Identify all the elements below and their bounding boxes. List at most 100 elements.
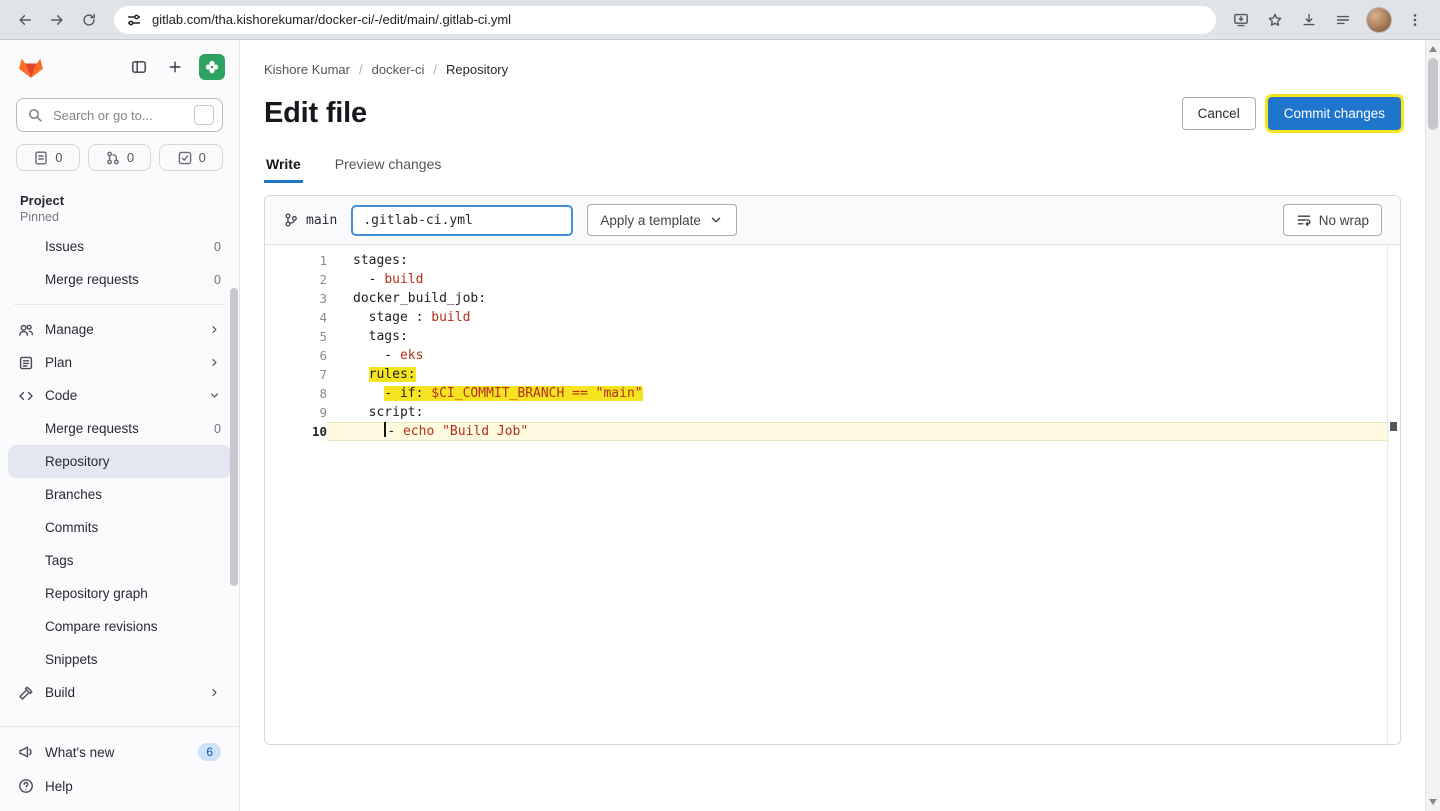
sidebar-item-label: Build xyxy=(45,685,75,700)
reload-button[interactable] xyxy=(74,5,104,35)
media-controls-icon xyxy=(1335,12,1351,28)
back-button[interactable] xyxy=(10,5,40,35)
chev-down-icon xyxy=(208,389,221,402)
reload-icon xyxy=(81,12,97,28)
code-text: - eks xyxy=(327,346,1387,365)
page-scrollbar[interactable] xyxy=(1425,40,1440,811)
branch-indicator: main xyxy=(283,212,337,228)
item-count-badge: 0 xyxy=(214,240,221,254)
scroll-up-arrow[interactable] xyxy=(1429,46,1437,52)
commit-changes-button[interactable]: Commit changes xyxy=(1268,97,1401,130)
sidebar-toggle-button[interactable] xyxy=(125,53,153,81)
question-icon xyxy=(18,778,34,794)
sidebar-item-label: Merge requests xyxy=(45,272,139,287)
code-line[interactable]: 2 - build xyxy=(265,270,1400,289)
code-line[interactable]: 1stages: xyxy=(265,251,1400,270)
wrap-icon xyxy=(1296,212,1312,228)
sidebar-item-manage[interactable]: Manage xyxy=(8,313,231,346)
sidebar-footer-what-s-new[interactable]: What's new6 xyxy=(8,735,231,769)
sidebar-item-merge-requests[interactable]: Merge requests0 xyxy=(8,412,231,445)
browser-profile-avatar[interactable] xyxy=(1366,7,1392,33)
main-content: Kishore Kumar/docker-ci/Repository Edit … xyxy=(240,40,1425,811)
gitlab-logo[interactable] xyxy=(18,55,44,79)
create-new-button[interactable] xyxy=(161,53,189,81)
forward-icon xyxy=(49,12,65,28)
sidebar-item-repository-graph[interactable]: Repository graph xyxy=(8,577,231,610)
line-number: 7 xyxy=(265,365,327,384)
downloads-button[interactable] xyxy=(1294,5,1324,35)
breadcrumb-item-docker-ci[interactable]: docker-ci xyxy=(372,62,425,77)
line-number: 1 xyxy=(265,251,327,270)
page-scrollbar-thumb[interactable] xyxy=(1428,58,1438,130)
code-line[interactable]: 7 rules: xyxy=(265,365,1400,384)
sidebar-item-branches[interactable]: Branches xyxy=(8,478,231,511)
sidebar-item-snippets[interactable]: Snippets xyxy=(8,643,231,676)
sidebar-scrollbar-thumb[interactable] xyxy=(230,288,238,586)
line-number: 2 xyxy=(265,270,327,289)
branch-name: main xyxy=(306,213,337,228)
breadcrumb-separator: / xyxy=(433,62,437,77)
breadcrumb-item-repository[interactable]: Repository xyxy=(446,62,508,77)
page-title: Edit file xyxy=(264,97,367,130)
url-bar[interactable]: gitlab.com/tha.kishorekumar/docker-ci/-/… xyxy=(114,6,1216,34)
filename-input[interactable] xyxy=(351,205,573,236)
sidebar-item-commits[interactable]: Commits xyxy=(8,511,231,544)
code-line[interactable]: 4 stage : build xyxy=(265,308,1400,327)
search-input[interactable] xyxy=(51,107,186,124)
sidebar-footer-help[interactable]: Help xyxy=(8,769,231,803)
media-controls-button[interactable] xyxy=(1328,5,1358,35)
code-text: - if: $CI_COMMIT_BRANCH == "main" xyxy=(327,384,1387,403)
site-settings-icon[interactable] xyxy=(126,12,142,28)
editor-toolbar: main Apply a template No wrap xyxy=(265,196,1400,245)
no-wrap-button[interactable]: No wrap xyxy=(1283,204,1382,236)
editor-tabs: Write Preview changes xyxy=(264,150,1401,183)
sidebar-item-tags[interactable]: Tags xyxy=(8,544,231,577)
merge-requests-counter[interactable]: 0 xyxy=(88,144,152,171)
code-lines: 1stages:2 - build3docker_build_job:4 sta… xyxy=(265,251,1400,441)
browser-menu-button[interactable] xyxy=(1400,5,1430,35)
code-line[interactable]: 5 tags: xyxy=(265,327,1400,346)
sidebar-item-build[interactable]: Build xyxy=(8,676,231,709)
sidebar-item-repository[interactable]: Repository xyxy=(8,445,231,478)
search-box[interactable] xyxy=(16,98,223,132)
todos-counter[interactable]: 0 xyxy=(159,144,223,171)
download-icon xyxy=(1301,12,1317,28)
project-avatar[interactable] xyxy=(199,54,225,80)
sidebar-item-label: Branches xyxy=(45,487,102,502)
sidebar-item-label: Tags xyxy=(45,553,74,568)
sidebar-item-merge-requests[interactable]: Merge requests0 xyxy=(8,263,231,296)
cancel-button[interactable]: Cancel xyxy=(1182,97,1256,130)
code-editor[interactable]: 1stages:2 - build3docker_build_job:4 sta… xyxy=(265,245,1400,744)
editor-scrollbar[interactable] xyxy=(1387,245,1400,744)
issues-counter[interactable]: 0 xyxy=(16,144,80,171)
sidebar-item-label: Repository graph xyxy=(45,586,148,601)
sidebar-item-issues[interactable]: Issues0 xyxy=(8,230,231,263)
counter-value: 0 xyxy=(55,150,62,165)
scroll-down-arrow[interactable] xyxy=(1429,799,1437,805)
tab-write[interactable]: Write xyxy=(264,150,303,183)
cursor-position-marker xyxy=(1390,422,1397,431)
sidebar-item-code[interactable]: Code xyxy=(8,379,231,412)
section-label-pinned: Pinned xyxy=(8,212,231,230)
code-text: tags: xyxy=(327,327,1387,346)
sidebar-item-compare-revisions[interactable]: Compare revisions xyxy=(8,610,231,643)
code-line[interactable]: 8 - if: $CI_COMMIT_BRANCH == "main" xyxy=(265,384,1400,403)
chev-right-icon xyxy=(208,356,221,369)
code-line[interactable]: 10 - echo "Build Job" xyxy=(265,422,1400,441)
bookmark-button[interactable] xyxy=(1260,5,1290,35)
code-line[interactable]: 3docker_build_job: xyxy=(265,289,1400,308)
apply-template-dropdown[interactable]: Apply a template xyxy=(587,204,737,236)
sidebar-item-plan[interactable]: Plan xyxy=(8,346,231,379)
plan-icon xyxy=(18,355,34,371)
whats-new-badge: 6 xyxy=(198,743,221,761)
forward-button[interactable] xyxy=(42,5,72,35)
code-line[interactable]: 6 - eks xyxy=(265,346,1400,365)
tab-preview-changes[interactable]: Preview changes xyxy=(333,150,444,183)
line-number: 8 xyxy=(265,384,327,403)
counter-value: 0 xyxy=(127,150,134,165)
sidebar-item-label: Help xyxy=(45,779,73,794)
code-line[interactable]: 9 script: xyxy=(265,403,1400,422)
install-app-button[interactable] xyxy=(1226,5,1256,35)
breadcrumb-item-kishore-kumar[interactable]: Kishore Kumar xyxy=(264,62,350,77)
code-text: docker_build_job: xyxy=(327,289,1387,308)
